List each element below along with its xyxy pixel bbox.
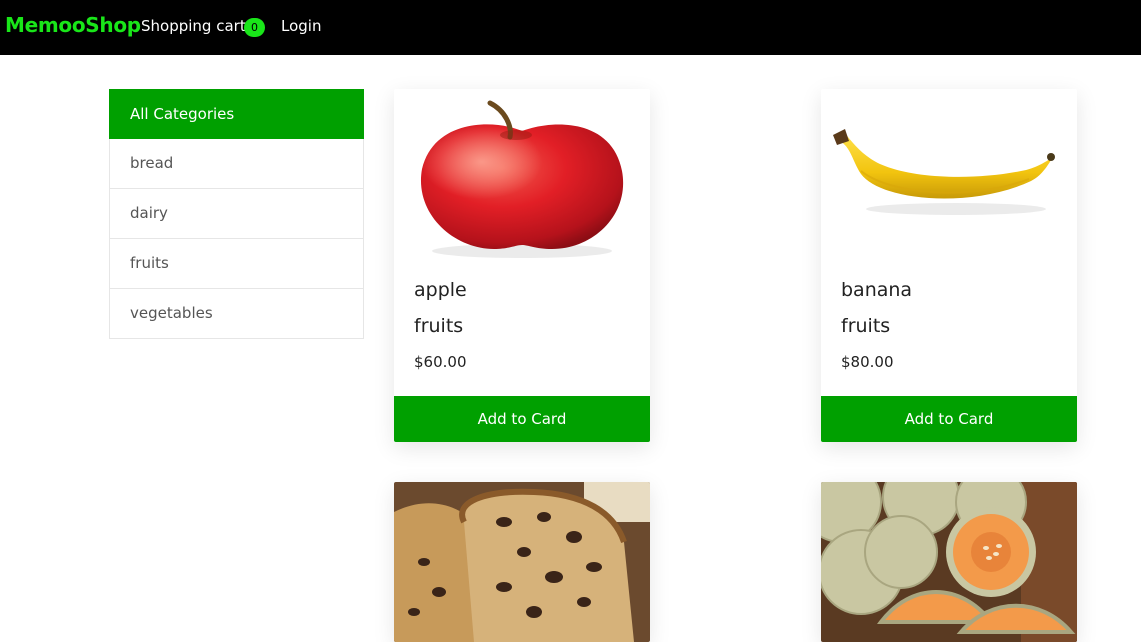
melon-image [821,482,1077,642]
product-price: $60.00 [414,353,467,371]
apple-image [394,89,650,269]
login-link[interactable]: Login [281,17,321,35]
product-card [394,482,650,642]
shopping-cart-link[interactable]: Shopping cart [141,17,246,35]
bread-image [394,482,650,642]
category-item-bread[interactable]: bread [109,139,364,189]
add-to-card-button[interactable]: Add to Card [821,396,1077,442]
product-name: apple [414,279,467,301]
product-name: banana [841,279,913,301]
product-card: banana fruits $80.00 Add to Card [821,89,1077,442]
product-category: fruits [841,315,891,337]
cart-count-badge: 0 [244,18,265,37]
category-item-dairy[interactable]: dairy [109,189,364,239]
brand-logo-link[interactable]: MemooShop [5,13,141,37]
product-price: $80.00 [841,353,894,371]
add-to-card-button[interactable]: Add to Card [394,396,650,442]
category-item-fruits[interactable]: fruits [109,239,364,289]
product-category: fruits [414,315,464,337]
category-item-vegetables[interactable]: vegetables [109,289,364,339]
navbar: MemooShop Shopping cart 0 Login [0,0,1141,55]
product-card [821,482,1077,642]
category-list: All Categories bread dairy fruits vegeta… [109,89,364,339]
category-item-all[interactable]: All Categories [109,89,364,139]
banana-image [821,89,1077,269]
product-card: apple fruits $60.00 Add to Card [394,89,650,442]
